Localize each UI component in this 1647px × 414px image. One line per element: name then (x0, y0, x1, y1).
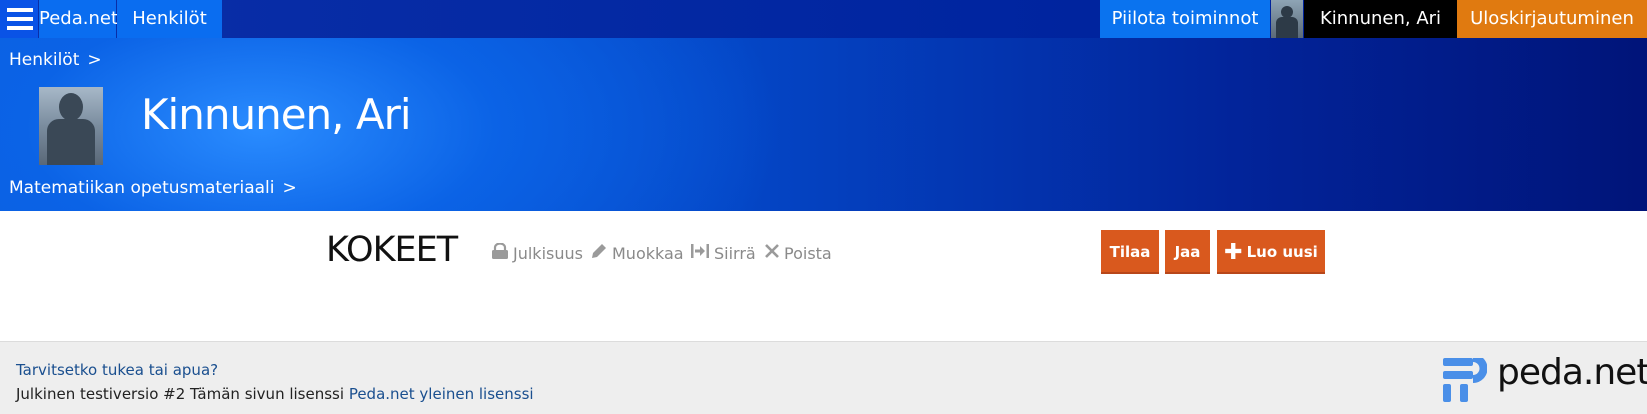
move-icon (690, 243, 710, 263)
hamburger-menu-icon[interactable] (0, 0, 38, 38)
breadcrumb-label[interactable]: Matematiikan opetusmateriaali (9, 178, 274, 198)
share-button[interactable]: Jaa (1165, 230, 1210, 274)
breadcrumb-people[interactable]: Henkilöt > (9, 50, 102, 70)
user-avatar[interactable] (1271, 0, 1303, 38)
license-line: Julkinen testiversio #2 Tämän sivun lise… (16, 385, 534, 403)
hide-actions-button[interactable]: Piilota toiminnot (1100, 0, 1270, 38)
help-link[interactable]: Tarvitsetko tukea tai apua? (16, 361, 218, 379)
edit-action[interactable]: Muokkaa (590, 243, 684, 263)
publicity-action[interactable]: Julkisuus (491, 242, 583, 263)
edit-label: Muokkaa (612, 244, 684, 263)
profile-picture (39, 87, 103, 165)
user-name-link[interactable]: Kinnunen, Ari (1304, 0, 1457, 38)
section-title: KOKEET (326, 230, 458, 270)
breadcrumb-separator: > (87, 50, 102, 70)
license-link[interactable]: Peda.net yleinen lisenssi (349, 385, 534, 403)
plus-icon: ✚ (1224, 240, 1243, 265)
page-title: Kinnunen, Ari (141, 90, 412, 139)
delete-action[interactable]: Poista (764, 243, 832, 263)
publicity-label: Julkisuus (513, 244, 583, 263)
pencil-icon (590, 243, 608, 263)
breadcrumb-separator: > (282, 178, 297, 198)
create-new-label: Luo uusi (1246, 243, 1318, 261)
move-action[interactable]: Siirrä (690, 243, 756, 263)
breadcrumb-label[interactable]: Henkilöt (9, 50, 79, 70)
profile-banner: Henkilöt > Kinnunen, Ari Matematiikan ope… (0, 38, 1647, 211)
breadcrumb-materials[interactable]: Matematiikan opetusmateriaali > (9, 178, 297, 198)
delete-label: Poista (784, 244, 832, 263)
peda-logo-icon[interactable] (1443, 354, 1488, 402)
top-navigation-bar: Peda.net Henkilöt Piilota toiminnot Kinn… (0, 0, 1647, 38)
move-label: Siirrä (714, 244, 756, 263)
logout-button[interactable]: Uloskirjautuminen (1457, 0, 1647, 38)
footer: Tarvitsetko tukea tai apua? Julkinen tes… (0, 341, 1647, 414)
close-icon (764, 243, 780, 263)
version-text: Julkinen testiversio #2 Tämän sivun lise… (16, 385, 345, 403)
create-new-button[interactable]: ✚ Luo uusi (1217, 230, 1325, 274)
subscribe-button[interactable]: Tilaa (1101, 230, 1159, 274)
peda-logo-text[interactable]: peda.net (1497, 352, 1647, 393)
people-link[interactable]: Henkilöt (117, 0, 222, 38)
home-link[interactable]: Peda.net (39, 0, 118, 38)
lock-icon (491, 242, 509, 263)
